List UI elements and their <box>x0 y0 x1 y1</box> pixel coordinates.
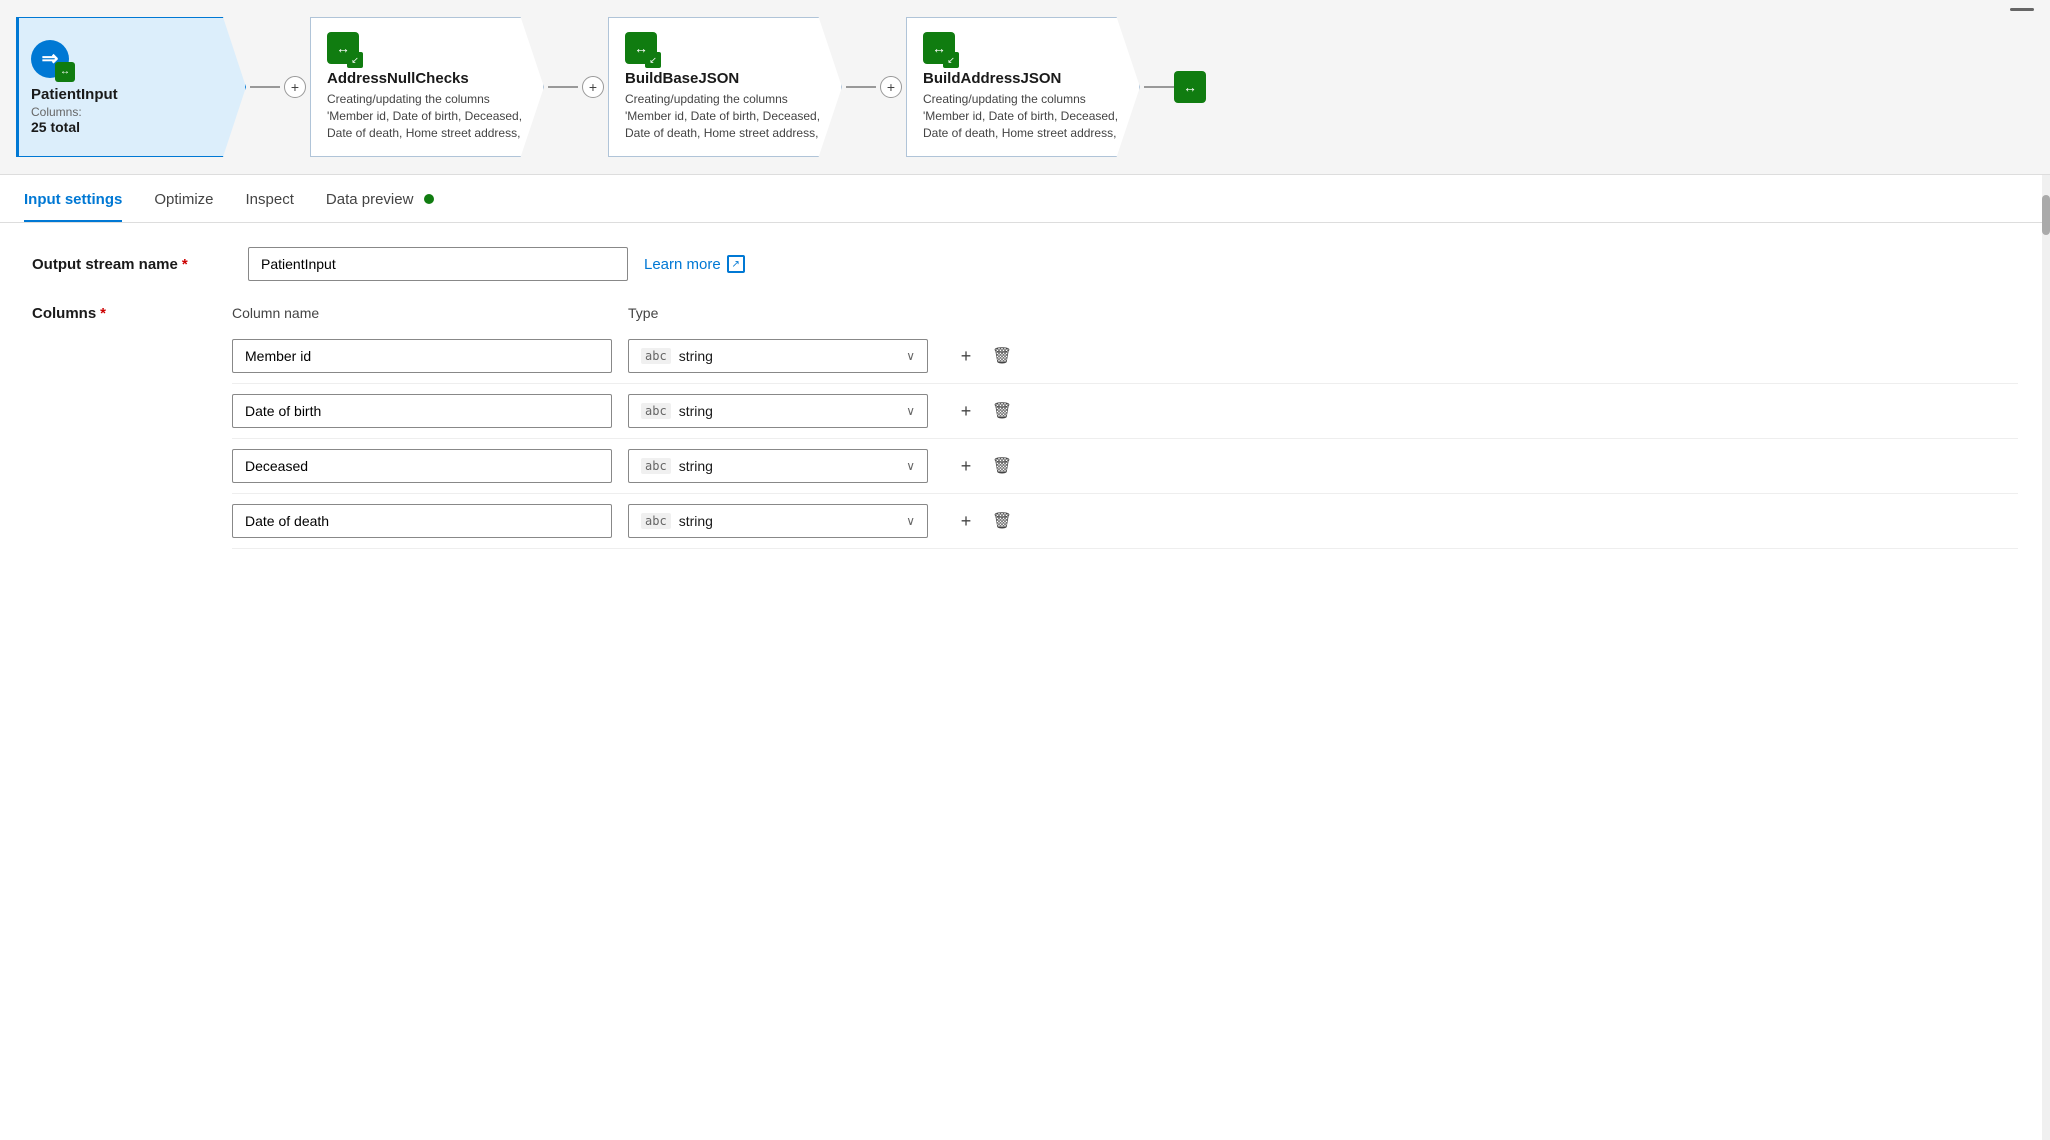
column-row-1: abc string ∨ + 🗑 <box>232 329 2018 384</box>
col-name-input-1[interactable] <box>232 339 612 373</box>
node-desc-address-null-checks: Creating/updating the columns 'Member id… <box>327 91 527 141</box>
pipeline-node-build-base-json[interactable]: ↔ ↙ BuildBaseJSON Creating/updating the … <box>608 0 842 174</box>
connector-1: + <box>246 0 310 174</box>
delete-col-btn-1[interactable]: 🗑 <box>988 342 1016 370</box>
add-col-btn-1[interactable]: + <box>952 342 980 370</box>
external-link-icon: ↗ <box>727 255 745 273</box>
add-node-btn-3[interactable]: + <box>880 76 902 98</box>
col-name-input-2[interactable] <box>232 394 612 428</box>
columns-label: Columns* <box>32 305 232 322</box>
type-badge-4: abc <box>641 513 671 529</box>
col-name-input-3[interactable] <box>232 449 612 483</box>
action-icons-2: + 🗑 <box>952 397 1016 425</box>
node-title-patient-input: PatientInput <box>31 86 229 103</box>
node-box-build-address-json: ↔ ↙ BuildAddressJSON Creating/updating t… <box>906 17 1140 157</box>
chevron-down-icon-1: ∨ <box>906 349 915 363</box>
connector-line-4 <box>1144 86 1174 88</box>
pipeline-header: ⇒ ↔ PatientInput Columns: 25 total + ↔ ↙… <box>0 0 2050 175</box>
connector-3: + <box>842 0 906 174</box>
tab-optimize[interactable]: Optimize <box>154 175 213 222</box>
output-stream-name-input[interactable] <box>248 247 628 281</box>
chevron-down-icon-2: ∨ <box>906 404 915 418</box>
sub-icon-3: ↙ <box>645 52 661 68</box>
delete-col-btn-3[interactable]: 🗑 <box>988 452 1016 480</box>
action-icons-1: + 🗑 <box>952 342 1016 370</box>
column-row-2: abc string ∨ + 🗑 <box>232 384 2018 439</box>
connector-4: ↔ <box>1140 0 1210 174</box>
delete-col-btn-4[interactable]: 🗑 <box>988 507 1016 535</box>
add-col-btn-3[interactable]: + <box>952 452 980 480</box>
connector-line-1 <box>250 86 280 88</box>
node-box-build-base-json: ↔ ↙ BuildBaseJSON Creating/updating the … <box>608 17 842 157</box>
transform-badge-icon: ↔ <box>55 62 75 82</box>
type-label-1: string <box>679 348 713 364</box>
tab-data-preview[interactable]: Data preview <box>326 175 434 222</box>
node-box-address-null-checks: ↔ ↙ AddressNullChecks Creating/updating … <box>310 17 544 157</box>
minimize-btn[interactable] <box>2010 8 2034 11</box>
data-preview-label: Data preview <box>326 191 414 208</box>
column-row-3: abc string ∨ + 🗑 <box>232 439 2018 494</box>
tab-input-settings[interactable]: Input settings <box>24 175 122 222</box>
type-badge-1: abc <box>641 348 671 364</box>
connector-2: + <box>544 0 608 174</box>
main-content: Output stream name* Learn more ↗ Columns… <box>0 223 2050 573</box>
output-stream-name-label: Output stream name* <box>32 256 232 273</box>
connector-line-3 <box>846 86 876 88</box>
learn-more-text: Learn more <box>644 256 721 273</box>
action-icons-3: + 🗑 <box>952 452 1016 480</box>
chevron-down-icon-3: ∨ <box>906 459 915 473</box>
pipeline-node-patient-input[interactable]: ⇒ ↔ PatientInput Columns: 25 total <box>16 0 246 174</box>
type-select-1[interactable]: abc string ∨ <box>628 339 928 373</box>
pipeline-node-address-null-checks[interactable]: ↔ ↙ AddressNullChecks Creating/updating … <box>310 0 544 174</box>
add-node-btn-1[interactable]: + <box>284 76 306 98</box>
node-title-build-base-json: BuildBaseJSON <box>625 70 825 87</box>
type-label-3: string <box>679 458 713 474</box>
add-col-btn-2[interactable]: + <box>952 397 980 425</box>
col-header-type: Type <box>628 305 928 321</box>
final-transform-icon: ↔ <box>1174 71 1206 103</box>
scrollbar-track[interactable] <box>2042 175 2050 1140</box>
node-count-patient-input: 25 total <box>31 119 229 135</box>
chevron-down-icon-4: ∨ <box>906 514 915 528</box>
sub-icon-2: ↙ <box>347 52 363 68</box>
node-desc-build-address-json: Creating/updating the columns 'Member id… <box>923 91 1123 141</box>
type-select-4[interactable]: abc string ∨ <box>628 504 928 538</box>
node-title-build-address-json: BuildAddressJSON <box>923 70 1123 87</box>
tab-inspect[interactable]: Inspect <box>246 175 294 222</box>
tabs-bar: Input settings Optimize Inspect Data pre… <box>0 175 2050 223</box>
type-badge-3: abc <box>641 458 671 474</box>
type-select-3[interactable]: abc string ∨ <box>628 449 928 483</box>
type-label-4: string <box>679 513 713 529</box>
col-header-name: Column name <box>232 305 612 321</box>
node-box-patient-input: ⇒ ↔ PatientInput Columns: 25 total <box>16 17 246 157</box>
required-star-columns: * <box>100 305 106 322</box>
pipeline-node-build-address-json[interactable]: ↔ ↙ BuildAddressJSON Creating/updating t… <box>906 0 1140 174</box>
col-name-input-4[interactable] <box>232 504 612 538</box>
delete-col-btn-2[interactable]: 🗑 <box>988 397 1016 425</box>
type-badge-2: abc <box>641 403 671 419</box>
type-label-2: string <box>679 403 713 419</box>
node-subtitle-patient-input: Columns: <box>31 105 229 119</box>
node-title-address-null-checks: AddressNullChecks <box>327 70 527 87</box>
output-stream-name-row: Output stream name* Learn more ↗ <box>32 247 2018 281</box>
add-node-btn-2[interactable]: + <box>582 76 604 98</box>
sub-icon-4: ↙ <box>943 52 959 68</box>
scrollbar-thumb[interactable] <box>2042 195 2050 235</box>
columns-section: Columns* Column name Type abc string <box>32 305 2018 549</box>
node-icon-patient-input: ⇒ ↔ <box>31 40 229 78</box>
learn-more-link[interactable]: Learn more ↗ <box>644 255 745 273</box>
column-row-4: abc string ∨ + 🗑 <box>232 494 2018 549</box>
type-select-2[interactable]: abc string ∨ <box>628 394 928 428</box>
connector-line-2 <box>548 86 578 88</box>
data-preview-dot <box>424 194 434 204</box>
node-desc-build-base-json: Creating/updating the columns 'Member id… <box>625 91 825 141</box>
action-icons-4: + 🗑 <box>952 507 1016 535</box>
add-col-btn-4[interactable]: + <box>952 507 980 535</box>
required-star-stream: * <box>182 256 188 273</box>
